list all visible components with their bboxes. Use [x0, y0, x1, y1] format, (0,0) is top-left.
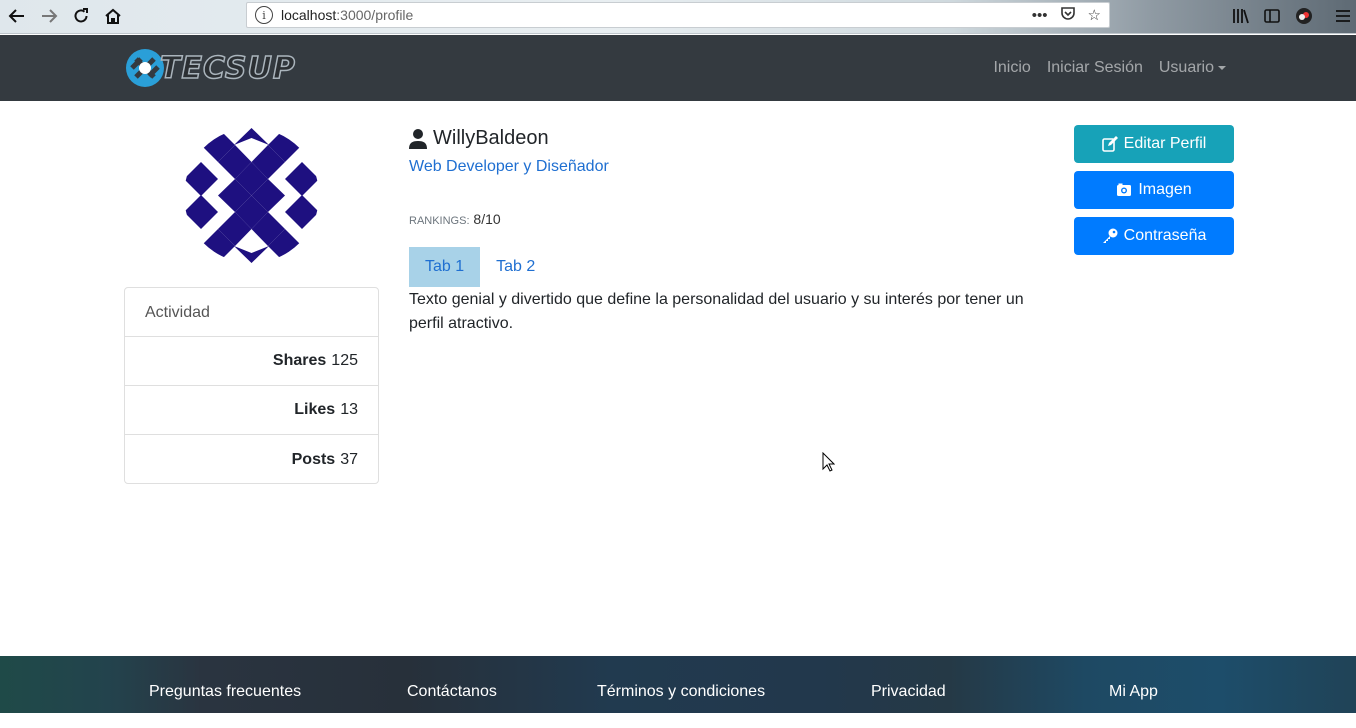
url-bar[interactable]: i localhost:3000/profile ••• ☆ — [246, 2, 1110, 28]
camera-icon — [1117, 183, 1132, 196]
nav-link-iniciar-sesion[interactable]: Iniciar Sesión — [1047, 59, 1143, 77]
sidebar-icon[interactable] — [1261, 5, 1283, 27]
nav-dropdown-usuario[interactable]: Usuario — [1159, 59, 1226, 77]
activity-row-posts: Posts 37 — [125, 435, 378, 484]
caret-down-icon — [1218, 65, 1226, 70]
home-icon[interactable] — [100, 4, 126, 28]
activity-value: 13 — [340, 401, 358, 418]
info-icon[interactable]: i — [255, 6, 273, 24]
footer-link-faq[interactable]: Preguntas frecuentes — [149, 656, 301, 728]
activity-row-likes: Likes 13 — [125, 386, 378, 435]
profile-role: Web Developer y Diseñador — [409, 158, 609, 175]
reload-icon[interactable] — [68, 4, 94, 28]
username-text: WillyBaldeon — [433, 127, 549, 149]
browser-toolbar: i localhost:3000/profile ••• ☆ — [0, 0, 1356, 34]
activity-row-shares: Shares 125 — [125, 337, 378, 386]
rankings-label: RANKINGS: — [409, 215, 470, 227]
rankings-value: 8/10 — [473, 211, 501, 227]
forward-icon[interactable] — [36, 4, 62, 28]
back-icon[interactable] — [4, 4, 30, 28]
footer-link-privacy[interactable]: Privacidad — [871, 656, 946, 728]
footer-link-terms[interactable]: Términos y condiciones — [597, 656, 765, 728]
bookmark-star-icon[interactable]: ☆ — [1088, 6, 1101, 24]
activity-title: Actividad — [125, 288, 378, 337]
nav-dropdown-label: Usuario — [1158, 59, 1214, 76]
footer-link-app[interactable]: Mi App — [1109, 656, 1158, 728]
activity-label: Shares — [272, 352, 327, 369]
key-icon — [1102, 228, 1118, 243]
user-icon — [409, 128, 427, 149]
image-button[interactable]: Imagen — [1074, 171, 1234, 209]
logo-text: TECSUP — [159, 50, 296, 87]
footer-link-contact[interactable]: Contáctanos — [407, 656, 497, 728]
profile-tabs: Tab 1 Tab 2 — [409, 247, 551, 287]
edit-profile-button[interactable]: Editar Perfil — [1074, 125, 1234, 163]
profile-username: WillyBaldeon — [409, 127, 549, 150]
tecsup-logo[interactable]: TECSUP — [124, 47, 296, 89]
activity-value: 125 — [331, 352, 358, 369]
more-actions-icon[interactable]: ••• — [1032, 7, 1048, 24]
image-label: Imagen — [1138, 181, 1192, 198]
tab-2[interactable]: Tab 2 — [480, 247, 551, 287]
tab-1[interactable]: Tab 1 — [409, 247, 481, 287]
password-button[interactable]: Contraseña — [1074, 217, 1234, 255]
activity-label: Likes — [294, 401, 336, 418]
library-icon[interactable] — [1230, 5, 1252, 27]
profile-bio: Texto genial y divertido que define la p… — [409, 291, 1024, 332]
menu-icon[interactable] — [1332, 5, 1354, 27]
activity-card: Actividad Shares 125 Likes 13 Posts 37 — [124, 287, 379, 484]
navbar: TECSUP Inicio Iniciar Sesión Usuario — [0, 35, 1356, 101]
url-text: localhost:3000/profile — [281, 7, 414, 23]
extension-icon[interactable] — [1293, 5, 1315, 27]
mouse-cursor-icon — [822, 452, 835, 472]
profile-rankings: RANKINGS: 8/10 — [409, 211, 501, 227]
activity-value: 37 — [340, 450, 358, 468]
edit-icon — [1101, 136, 1118, 152]
password-label: Contraseña — [1123, 227, 1207, 244]
edit-profile-label: Editar Perfil — [1123, 135, 1207, 152]
nav-link-inicio[interactable]: Inicio — [993, 59, 1030, 77]
footer: Preguntas frecuentes Contáctanos Término… — [0, 656, 1356, 713]
avatar — [184, 128, 319, 263]
activity-label: Posts — [291, 450, 336, 468]
pocket-icon[interactable] — [1060, 5, 1076, 25]
